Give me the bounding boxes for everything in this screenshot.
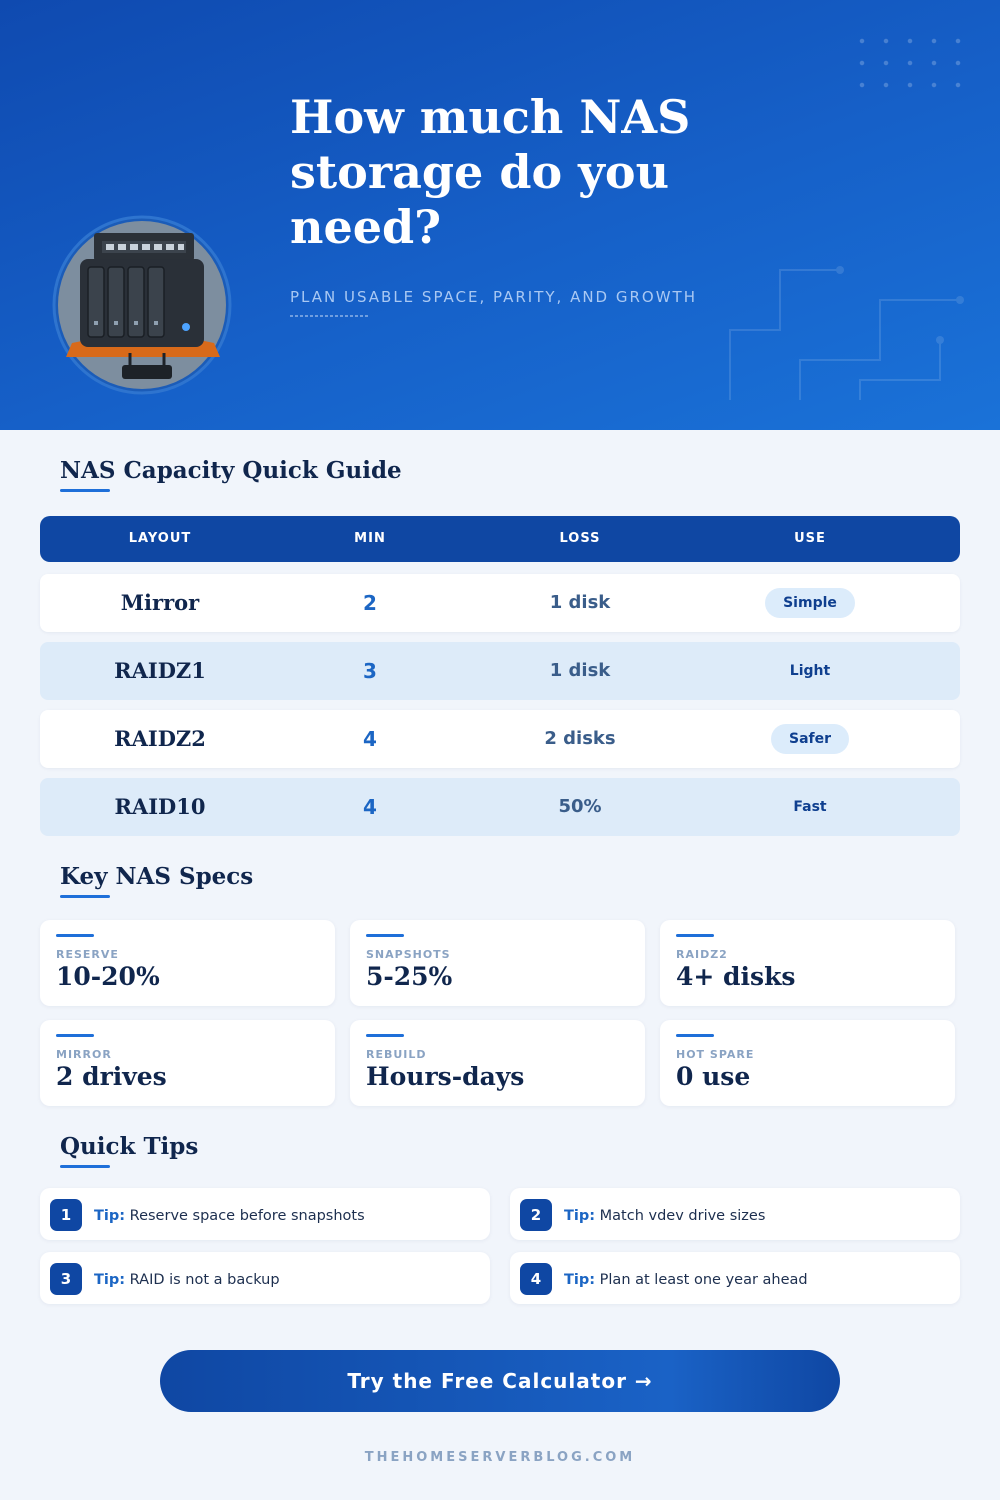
spec-accent-bar bbox=[366, 1034, 404, 1037]
table-row: Mirror 2 1 disk Simple bbox=[40, 574, 960, 632]
use-cell: Light bbox=[730, 642, 890, 700]
table-row: RAID10 4 50% Fast bbox=[40, 778, 960, 836]
loss-cell: 50% bbox=[558, 796, 602, 817]
subtitle-underline bbox=[290, 315, 370, 317]
spec-value: Hours-days bbox=[366, 1062, 525, 1091]
layout-cell: RAIDZ2 bbox=[114, 726, 206, 751]
spec-value: 0 use bbox=[676, 1062, 751, 1091]
spec-value: 2 drives bbox=[56, 1062, 167, 1091]
spec-value: 4+ disks bbox=[676, 962, 796, 991]
tip-number-badge: 2 bbox=[520, 1199, 552, 1231]
loss-cell: 1 disk bbox=[549, 660, 611, 681]
spec-accent-bar bbox=[366, 934, 404, 937]
use-cell: Fast bbox=[730, 778, 890, 836]
spec-card: MIRROR 2 drives bbox=[40, 1020, 335, 1106]
spec-value: 10-20% bbox=[56, 962, 160, 991]
tip-card: 1 Tip: Reserve space before snapshots bbox=[40, 1188, 490, 1240]
spec-label: MIRROR bbox=[56, 1048, 112, 1061]
tip-text: Tip: Match vdev drive sizes bbox=[564, 1188, 765, 1240]
loss-cell: 1 disk bbox=[549, 592, 611, 613]
loss-cell: 2 disks bbox=[544, 728, 616, 749]
guide-table-header: LAYOUT MIN LOSS USE bbox=[40, 516, 960, 562]
use-badge: Safer bbox=[770, 724, 850, 754]
spec-label: RAIDZ2 bbox=[676, 948, 728, 961]
use-cell: Simple bbox=[730, 574, 890, 632]
specs-title-underline bbox=[60, 895, 110, 898]
spec-accent-bar bbox=[676, 934, 714, 937]
tip-body: Reserve space before snapshots bbox=[129, 1208, 365, 1224]
tips-section-title: Quick Tips bbox=[60, 1133, 199, 1160]
layout-cell: Mirror bbox=[120, 590, 200, 615]
tip-text: Tip: Reserve space before snapshots bbox=[94, 1188, 365, 1240]
table-row: RAIDZ1 3 1 disk Light bbox=[40, 642, 960, 700]
spec-card: RAIDZ2 4+ disks bbox=[660, 920, 955, 1006]
tip-body: Match vdev drive sizes bbox=[599, 1208, 766, 1224]
tip-number-badge: 4 bbox=[520, 1263, 552, 1295]
spec-label: RESERVE bbox=[56, 948, 119, 961]
tip-prefix: Tip: bbox=[564, 1208, 596, 1224]
use-badge: Simple bbox=[765, 588, 855, 618]
nas-device-icon bbox=[52, 215, 232, 395]
footer-site-link[interactable]: THEHOMESERVERBLOG.COM bbox=[0, 1450, 1000, 1465]
tip-body: Plan at least one year ahead bbox=[599, 1272, 808, 1288]
layout-cell: RAIDZ1 bbox=[114, 658, 206, 683]
specs-section-title: Key NAS Specs bbox=[60, 863, 254, 890]
column-header-min: MIN bbox=[354, 531, 386, 546]
page-title: How much NAS storage do you need? bbox=[290, 90, 691, 254]
decorative-dots bbox=[850, 30, 970, 90]
table-row: RAIDZ2 4 2 disks Safer bbox=[40, 710, 960, 768]
min-cell: 4 bbox=[363, 795, 377, 819]
column-header-layout: LAYOUT bbox=[128, 531, 192, 546]
min-cell: 2 bbox=[363, 591, 377, 615]
use-badge: Light bbox=[789, 663, 831, 679]
spec-card: REBUILD Hours-days bbox=[350, 1020, 645, 1106]
guide-title-underline bbox=[60, 489, 110, 492]
spec-card: HOT SPARE 0 use bbox=[660, 1020, 955, 1106]
tip-card: 3 Tip: RAID is not a backup bbox=[40, 1252, 490, 1304]
use-cell: Safer bbox=[730, 710, 890, 768]
guide-section-title: NAS Capacity Quick Guide bbox=[60, 457, 402, 484]
tip-number-badge: 1 bbox=[50, 1199, 82, 1231]
tip-number-badge: 3 bbox=[50, 1263, 82, 1295]
tips-title-underline bbox=[60, 1165, 110, 1168]
spec-label: REBUILD bbox=[366, 1048, 427, 1061]
tip-text: Tip: Plan at least one year ahead bbox=[564, 1252, 808, 1304]
spec-card: SNAPSHOTS 5-25% bbox=[350, 920, 645, 1006]
tip-text: Tip: RAID is not a backup bbox=[94, 1252, 280, 1304]
tip-card: 2 Tip: Match vdev drive sizes bbox=[510, 1188, 960, 1240]
min-cell: 4 bbox=[363, 727, 377, 751]
tip-prefix: Tip: bbox=[94, 1272, 126, 1288]
spec-value: 5-25% bbox=[366, 962, 453, 991]
column-header-loss: LOSS bbox=[559, 531, 601, 546]
layout-cell: RAID10 bbox=[114, 794, 206, 819]
tip-card: 4 Tip: Plan at least one year ahead bbox=[510, 1252, 960, 1304]
spec-label: HOT SPARE bbox=[676, 1048, 755, 1061]
tip-prefix: Tip: bbox=[94, 1208, 126, 1224]
spec-accent-bar bbox=[56, 934, 94, 937]
hero-banner: How much NAS storage do you need? PLAN U… bbox=[0, 0, 1000, 430]
use-badge: Fast bbox=[793, 799, 827, 815]
spec-accent-bar bbox=[676, 1034, 714, 1037]
try-calculator-button[interactable]: Try the Free Calculator → bbox=[160, 1350, 840, 1412]
spec-card: RESERVE 10-20% bbox=[40, 920, 335, 1006]
column-header-use: USE bbox=[794, 531, 826, 546]
spec-accent-bar bbox=[56, 1034, 94, 1037]
tip-prefix: Tip: bbox=[564, 1272, 596, 1288]
spec-label: SNAPSHOTS bbox=[366, 948, 451, 961]
min-cell: 3 bbox=[363, 659, 377, 683]
page-subtitle: PLAN USABLE SPACE, PARITY, AND GROWTH bbox=[290, 288, 698, 306]
tip-body: RAID is not a backup bbox=[129, 1272, 280, 1288]
